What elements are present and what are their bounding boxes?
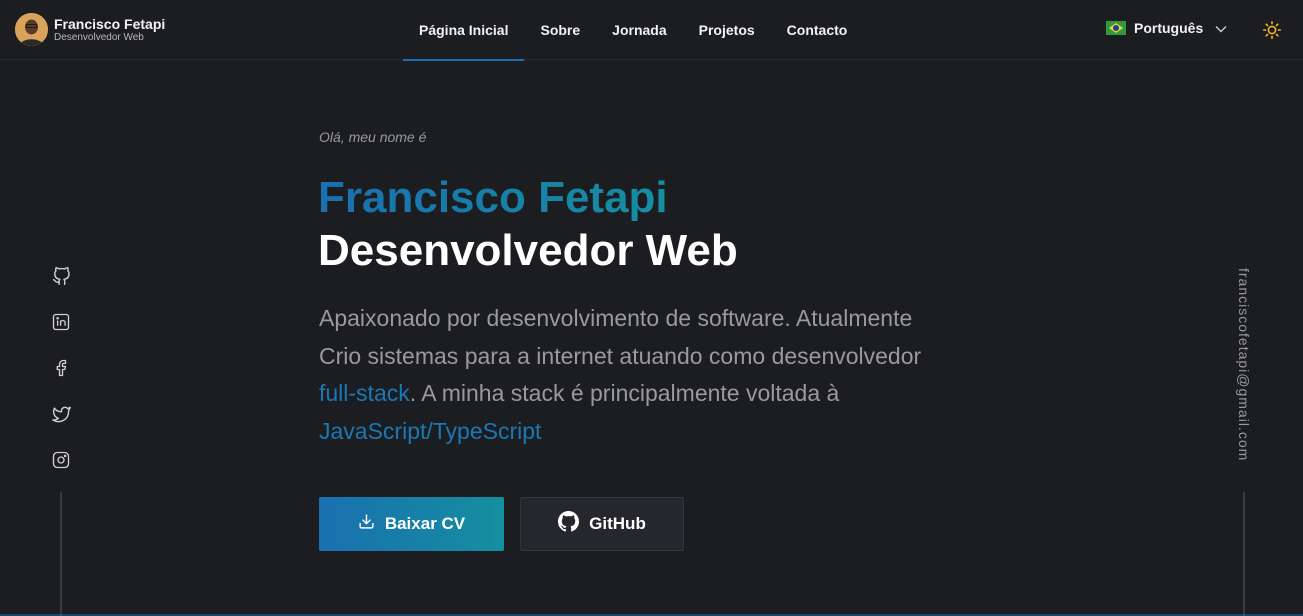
hero-description: Apaixonado por desenvolvimento de softwa…: [319, 300, 959, 450]
nav-item-journey[interactable]: Jornada: [596, 0, 682, 60]
language-label: Português: [1134, 20, 1204, 36]
language-selector[interactable]: Português: [1106, 20, 1227, 36]
instagram-icon[interactable]: [51, 450, 71, 470]
hero-name: Francisco Fetapi: [318, 173, 668, 222]
chevron-down-icon: [1215, 20, 1227, 36]
email-link[interactable]: franciscofetapi@gmail.com: [1236, 268, 1252, 461]
brand-subtitle: Desenvolvedor Web: [54, 31, 144, 43]
nav-item-home[interactable]: Página Inicial: [403, 0, 525, 61]
desc-text-2: . A minha stack é principalmente voltada…: [409, 380, 840, 406]
avatar: [15, 13, 48, 46]
sun-icon[interactable]: [1263, 21, 1282, 40]
github-logo-icon: [558, 511, 580, 537]
desc-highlight-fullstack: full-stack: [319, 380, 410, 406]
twitter-icon[interactable]: [51, 404, 71, 424]
github-button[interactable]: GitHub: [520, 497, 684, 551]
nav-item-about[interactable]: Sobre: [524, 0, 596, 60]
desc-text-1: Apaixonado por desenvolvimento de softwa…: [319, 305, 922, 369]
hero-role: Desenvolvedor Web: [318, 226, 738, 275]
facebook-icon[interactable]: [51, 358, 71, 378]
nav-item-projects[interactable]: Projetos: [683, 0, 771, 60]
main-nav: Página Inicial Sobre Jornada Projetos Co…: [403, 0, 864, 61]
github-icon[interactable]: [51, 266, 71, 286]
top-navbar: Francisco Fetapi Desenvolvedor Web Págin…: [0, 0, 1303, 61]
left-divider-line: [60, 492, 62, 616]
brand[interactable]: Francisco Fetapi Desenvolvedor Web: [15, 13, 165, 46]
hero-greeting: Olá, meu nome é: [319, 129, 427, 145]
nav-item-contact[interactable]: Contacto: [771, 0, 864, 60]
github-button-label: GitHub: [589, 514, 646, 533]
right-divider-line: [1243, 492, 1245, 616]
social-links: [51, 266, 71, 470]
download-icon: [358, 513, 375, 535]
desc-highlight-js: JavaScript/TypeScript: [319, 417, 542, 444]
download-cv-button[interactable]: Baixar CV: [319, 497, 504, 551]
linkedin-icon[interactable]: [51, 312, 71, 332]
brand-name: Francisco Fetapi: [54, 15, 166, 32]
brazil-flag-icon: [1106, 21, 1126, 35]
download-cv-label: Baixar CV: [384, 514, 466, 533]
